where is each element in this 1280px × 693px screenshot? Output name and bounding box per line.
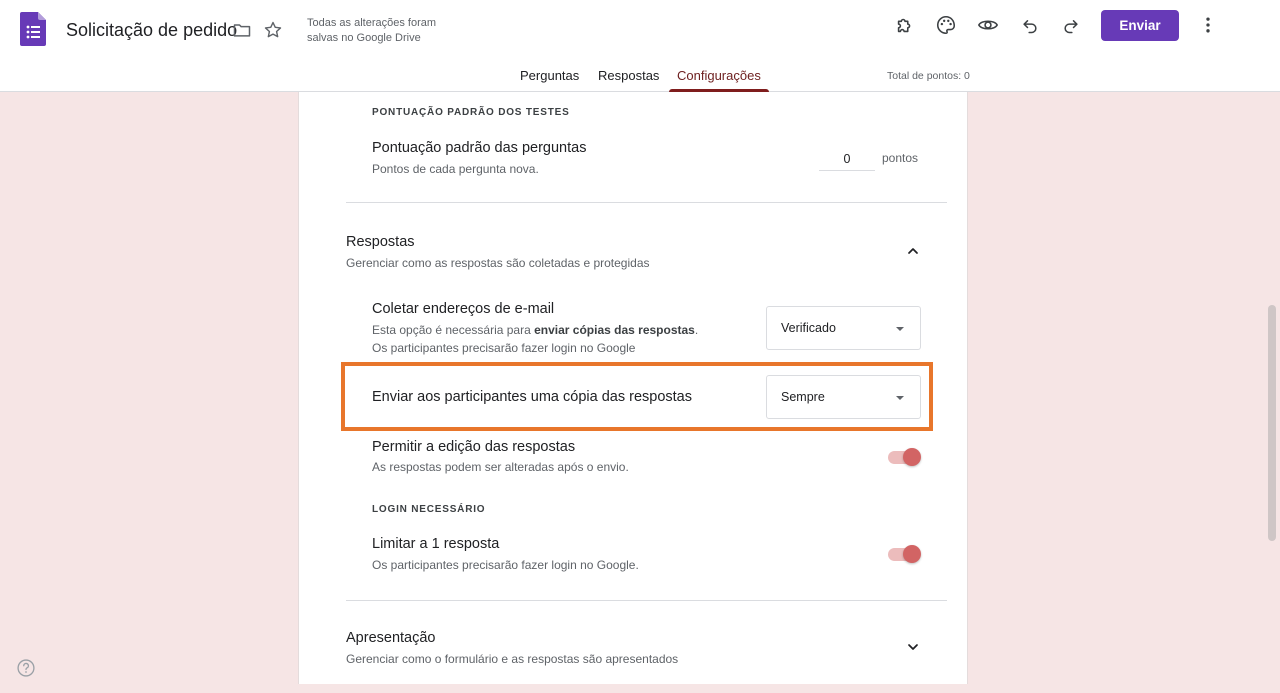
section-divider (346, 600, 947, 601)
allow-edit-toggle[interactable] (888, 447, 922, 467)
palette-icon[interactable] (934, 13, 958, 37)
default-points-input[interactable] (819, 147, 875, 171)
tab-questions[interactable]: Perguntas (520, 68, 579, 83)
tab-settings[interactable]: Configurações (677, 68, 761, 83)
toggle-thumb (903, 545, 921, 563)
dropdown-value: Verificado (781, 321, 836, 335)
quiz-defaults-section-label: PONTUAÇÃO PADRÃO DOS TESTES (372, 107, 570, 118)
star-icon[interactable] (261, 18, 285, 42)
responses-section-title: Respostas (346, 234, 415, 250)
chevron-up-icon[interactable] (901, 239, 925, 263)
folder-icon[interactable] (230, 18, 254, 42)
tab-responses[interactable]: Respostas (598, 68, 659, 83)
limit-one-description: Os participantes precisarão fazer login … (372, 558, 639, 572)
chevron-down-icon[interactable] (901, 635, 925, 659)
presentation-section-title: Apresentação (346, 630, 436, 646)
toggle-thumb (903, 448, 921, 466)
undo-icon[interactable] (1018, 13, 1042, 37)
addon-icon[interactable] (893, 13, 917, 37)
presentation-section-description: Gerenciar como o formulário e as respost… (346, 652, 679, 666)
default-points-description: Pontos de cada pergunta nova. (372, 162, 539, 176)
default-points-title: Pontuação padrão das perguntas (372, 140, 587, 156)
page-scrollbar[interactable] (1268, 305, 1276, 541)
dropdown-arrow-icon (896, 327, 904, 331)
help-icon[interactable] (16, 658, 36, 678)
redo-icon[interactable] (1059, 13, 1083, 37)
collect-email-description: Esta opção é necessária para enviar cópi… (372, 323, 699, 355)
points-unit-label: pontos (882, 151, 919, 165)
app-header: Solicitação de pedido Todas as alteraçõe… (0, 0, 1280, 92)
send-copy-highlight (341, 362, 933, 431)
collect-email-title: Coletar endereços de e-mail (372, 301, 555, 317)
tab-bar: Perguntas Respostas Configurações Total … (0, 60, 1280, 92)
allow-edit-title: Permitir a edição das respostas (372, 439, 576, 455)
more-vert-icon[interactable] (1196, 13, 1220, 37)
document-title[interactable]: Solicitação de pedido (66, 20, 237, 41)
login-required-label: LOGIN NECESSÁRIO (372, 504, 486, 515)
total-points-label: Total de pontos: 0 (887, 70, 970, 82)
section-divider (346, 202, 947, 203)
preview-eye-icon[interactable] (976, 13, 1000, 37)
limit-one-toggle[interactable] (888, 544, 922, 564)
forms-logo-icon[interactable] (20, 12, 46, 46)
save-status-text: Todas as alterações foram salvas no Goog… (307, 17, 437, 44)
collect-email-dropdown[interactable]: Verificado (766, 306, 921, 350)
send-button[interactable]: Enviar (1101, 10, 1179, 41)
responses-section-description: Gerenciar como as respostas são coletada… (346, 256, 650, 270)
allow-edit-description: As respostas podem ser alteradas após o … (372, 460, 629, 474)
limit-one-title: Limitar a 1 resposta (372, 536, 500, 552)
